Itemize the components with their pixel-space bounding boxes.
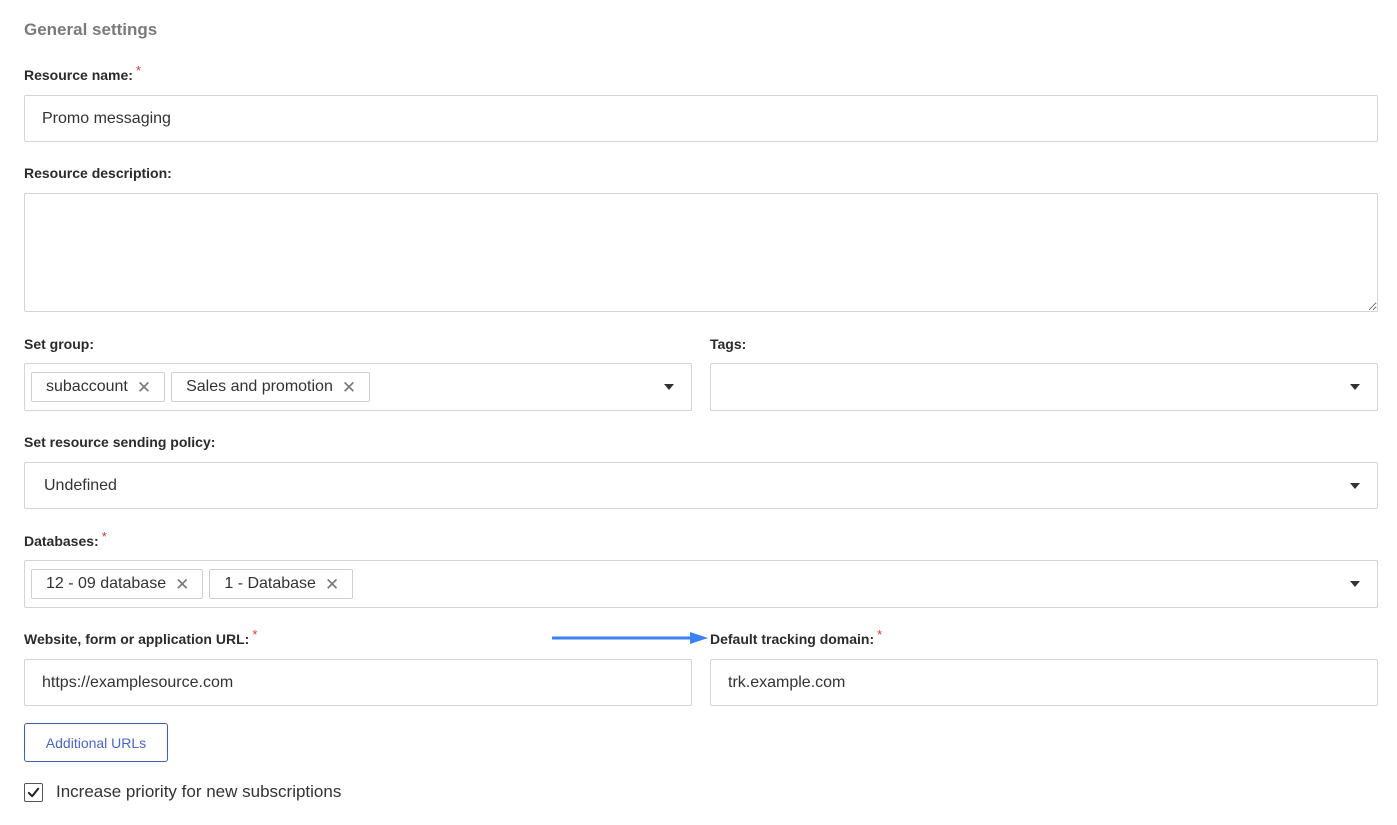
priority-checkbox[interactable] [24, 782, 43, 802]
sending-policy-label: Set resource sending policy: [24, 434, 216, 450]
required-marker: * [252, 627, 258, 642]
chip-label: 1 - Database [224, 575, 316, 592]
tags-label: Tags: [710, 336, 747, 352]
required-marker: * [135, 63, 141, 78]
resource-description-textarea[interactable] [24, 193, 1378, 312]
resource-name-label: Resource name: * [24, 63, 141, 83]
chip-label: Sales and promotion [186, 378, 333, 395]
priority-checkbox-label: Increase priority for new subscriptions [56, 782, 342, 801]
annotation-arrow-icon [552, 632, 708, 644]
set-group-select[interactable]: subaccount ✕ Sales and promotion ✕ [24, 363, 692, 411]
website-url-label: Website, form or application URL: * [24, 627, 258, 647]
databases-select[interactable]: 12 - 09 database ✕ 1 - Database ✕ [24, 560, 1378, 608]
database-chip: 1 - Database ✕ [209, 569, 354, 599]
caret-down-icon[interactable] [1350, 384, 1360, 390]
sending-policy-value: Undefined [44, 476, 117, 494]
checkmark-icon [27, 787, 40, 797]
priority-checkbox-row[interactable]: Increase priority for new subscriptions [24, 782, 341, 802]
resource-name-input[interactable] [24, 95, 1378, 142]
additional-urls-button[interactable]: Additional URLs [24, 723, 168, 762]
caret-down-icon[interactable] [1350, 581, 1360, 587]
required-marker: * [101, 529, 107, 544]
tags-select[interactable] [710, 363, 1378, 411]
remove-chip-icon[interactable]: ✕ [175, 576, 189, 593]
section-title: General settings [24, 20, 158, 39]
caret-down-icon[interactable] [664, 384, 674, 390]
group-chip: Sales and promotion ✕ [171, 372, 371, 402]
tracking-domain-label: Default tracking domain: * [710, 627, 883, 647]
set-group-label: Set group: [24, 336, 94, 352]
tracking-domain-input[interactable] [710, 659, 1378, 706]
website-url-input[interactable] [24, 659, 692, 706]
chip-label: 12 - 09 database [46, 575, 167, 592]
resource-description-label: Resource description: [24, 165, 172, 181]
required-marker: * [877, 627, 883, 642]
group-chip: subaccount ✕ [31, 372, 166, 402]
caret-down-icon[interactable] [1350, 482, 1360, 489]
remove-chip-icon[interactable]: ✕ [342, 379, 356, 396]
chip-label: subaccount [46, 378, 128, 395]
sending-policy-select[interactable]: Undefined [24, 462, 1378, 509]
remove-chip-icon[interactable]: ✕ [325, 576, 339, 593]
database-chip: 12 - 09 database ✕ [31, 569, 204, 599]
remove-chip-icon[interactable]: ✕ [137, 379, 151, 396]
databases-label: Databases: * [24, 529, 107, 549]
